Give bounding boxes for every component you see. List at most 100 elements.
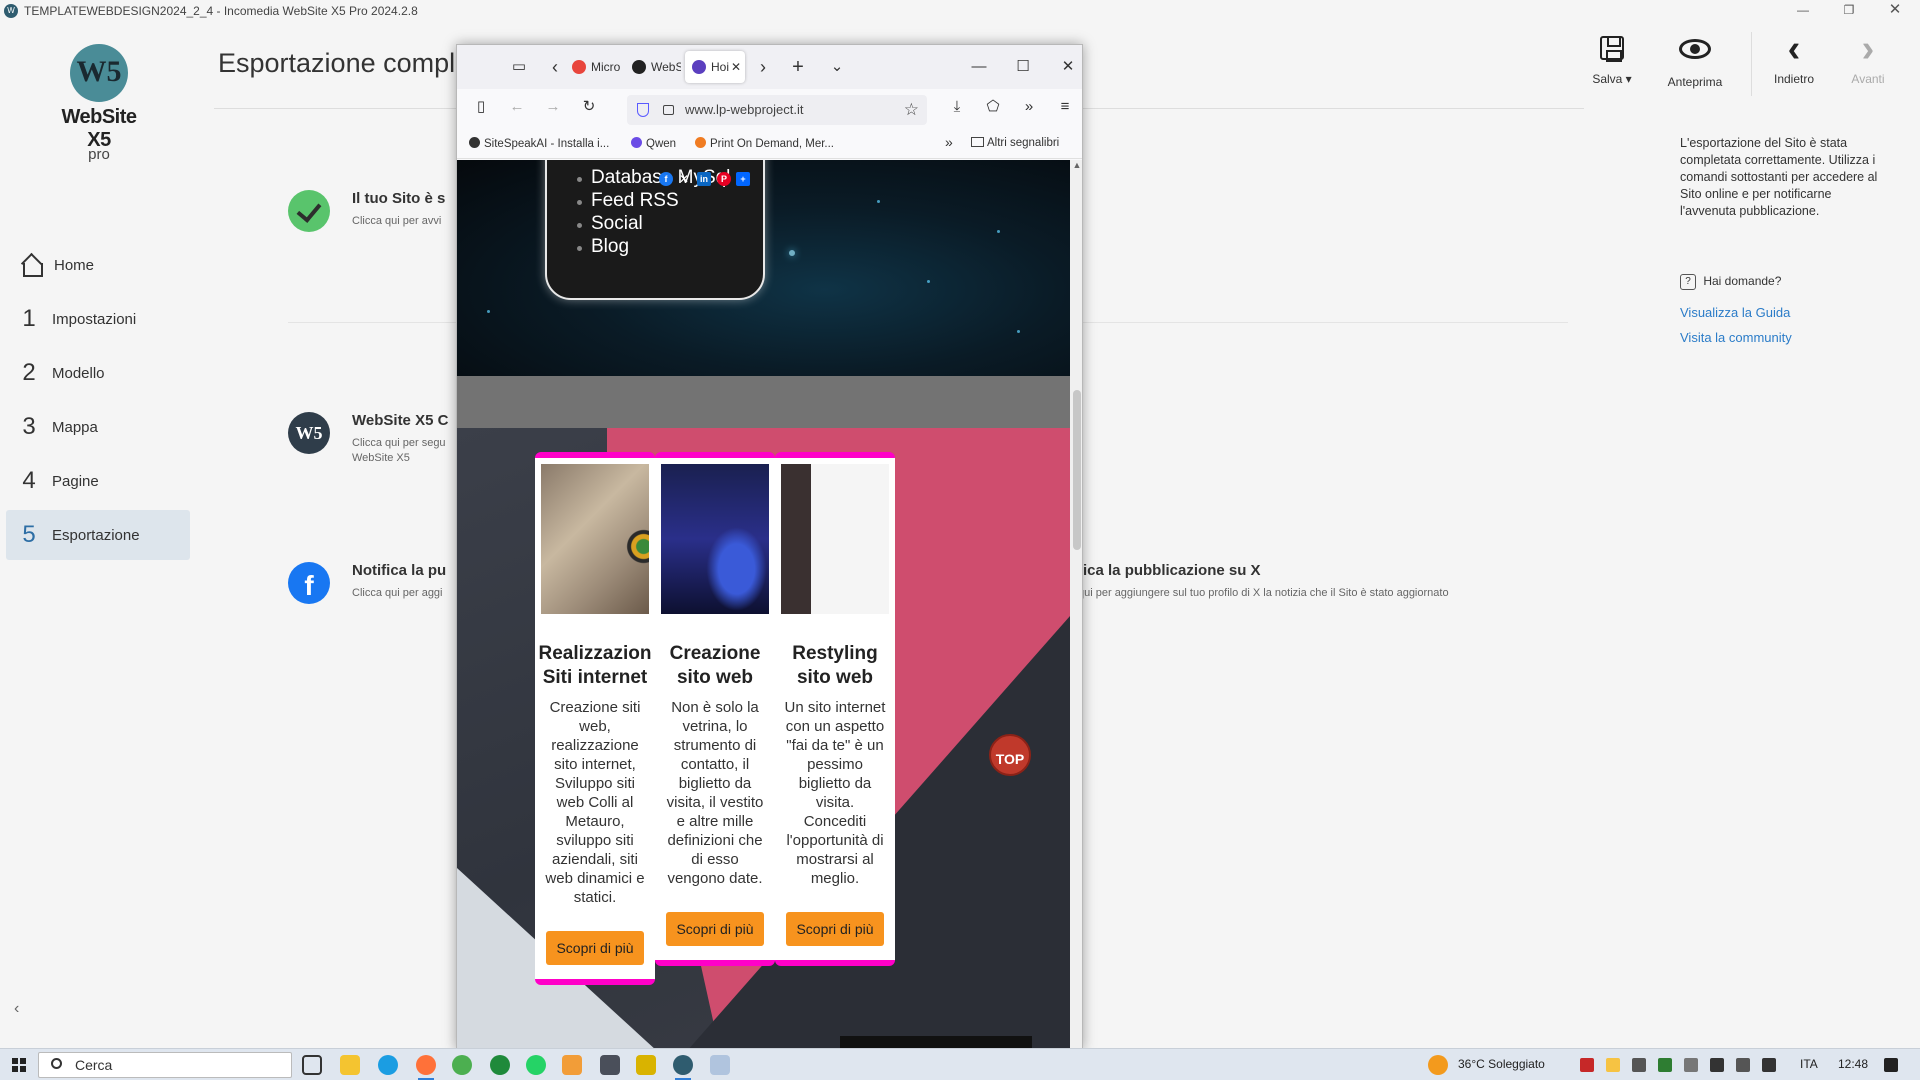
menu-icon[interactable]: ≡ bbox=[1051, 95, 1079, 119]
scrollbar[interactable]: ▲ bbox=[1070, 160, 1082, 1049]
extensions-icon[interactable]: ⬠ bbox=[979, 95, 1007, 119]
menu-item[interactable]: Social bbox=[577, 213, 643, 235]
upwork-icon[interactable] bbox=[490, 1055, 510, 1075]
save-button[interactable]: Salva ▾ bbox=[1580, 36, 1644, 96]
addtoany-share-icon[interactable]: + bbox=[736, 172, 750, 186]
restore-button[interactable]: ❐ bbox=[1826, 0, 1872, 22]
speaker-muted-icon[interactable] bbox=[1736, 1058, 1750, 1072]
x-share-icon[interactable]: ✕ bbox=[677, 172, 691, 186]
forward-label: Avanti bbox=[1851, 72, 1885, 86]
file-explorer-icon[interactable] bbox=[340, 1055, 360, 1075]
menu-item[interactable]: Blog bbox=[576, 236, 629, 258]
bookmark-item[interactable]: SiteSpeakAI - Installa i... bbox=[469, 137, 609, 150]
edge-icon[interactable] bbox=[378, 1055, 398, 1075]
other-bookmarks[interactable]: Altri segnalibri bbox=[971, 137, 1059, 149]
bookmark-star-icon[interactable]: ☆ bbox=[904, 95, 919, 125]
url-bar[interactable]: www.lp-webproject.it ☆ bbox=[627, 95, 927, 125]
sidebar-item-label: Home bbox=[54, 256, 95, 274]
clock[interactable]: 12:48 bbox=[1838, 1057, 1868, 1071]
back-to-top-button[interactable]: TOP bbox=[989, 734, 1031, 776]
particle bbox=[877, 200, 880, 203]
home-icon bbox=[20, 254, 43, 277]
discover-button[interactable]: Scopri di più bbox=[546, 931, 644, 965]
back-button[interactable]: ‹ Indietro bbox=[1762, 30, 1826, 96]
firefox-icon[interactable] bbox=[416, 1055, 436, 1080]
browser-window[interactable]: ▭ ‹ Micro WebS Hoi ✕ › + ⌄ — ☐ ✕ ▯ ← → ↻… bbox=[456, 44, 1083, 1050]
browser-close-button[interactable]: ✕ bbox=[1054, 55, 1082, 79]
browser-tab[interactable]: WebS bbox=[625, 51, 681, 83]
tray-icon[interactable] bbox=[1710, 1058, 1724, 1072]
tab-overview-icon[interactable]: ▭ bbox=[505, 55, 533, 79]
app-icon[interactable] bbox=[710, 1055, 730, 1075]
toolbar-divider bbox=[1751, 32, 1752, 96]
brand-sub: pro bbox=[88, 146, 110, 163]
scroll-up-icon[interactable]: ▲ bbox=[1070, 160, 1082, 170]
chrome-icon[interactable] bbox=[452, 1055, 472, 1075]
help-heading: ? Hai domande? bbox=[1680, 274, 1781, 290]
browser-minimize-button[interactable]: — bbox=[965, 55, 993, 79]
sidebar-item-mappa[interactable]: 3 Mappa bbox=[6, 402, 190, 452]
tab-scroll-right-icon[interactable]: › bbox=[749, 55, 777, 79]
forward-icon[interactable]: → bbox=[539, 95, 567, 119]
download-icon[interactable]: ⤓ bbox=[943, 95, 971, 119]
windows-start-icon[interactable] bbox=[12, 1058, 26, 1072]
browser-navbar: ▯ ← → ↻ www.lp-webproject.it ☆ ⤓ ⬠ » ≡ bbox=[457, 89, 1082, 129]
sidebar-item-impostazioni[interactable]: 1 Impostazioni bbox=[6, 294, 190, 344]
task-view-icon[interactable] bbox=[302, 1055, 322, 1075]
reload-icon[interactable]: ↻ bbox=[575, 95, 603, 119]
sidebar-toggle-icon[interactable]: ▯ bbox=[467, 95, 495, 119]
tray-icon[interactable] bbox=[1632, 1058, 1646, 1072]
notifications-icon[interactable] bbox=[1884, 1058, 1898, 1072]
guide-link[interactable]: Visualizza la Guida bbox=[1680, 305, 1790, 320]
menu-item[interactable]: Feed RSS bbox=[577, 190, 679, 212]
language-indicator[interactable]: ITA bbox=[1800, 1057, 1818, 1071]
sidebar-item-home[interactable]: Home bbox=[6, 240, 190, 290]
tray-icon[interactable] bbox=[1606, 1058, 1620, 1072]
tray-icon[interactable] bbox=[1580, 1058, 1594, 1072]
bookmark-favicon bbox=[695, 137, 706, 148]
facebook-share-icon[interactable]: f bbox=[659, 172, 673, 186]
sidebar-item-modello[interactable]: 2 Modello bbox=[6, 348, 190, 398]
bookmarks-overflow-icon[interactable]: » bbox=[945, 134, 953, 150]
tab-list-icon[interactable]: ⌄ bbox=[823, 55, 851, 79]
taskbar-search[interactable]: Cerca bbox=[38, 1052, 292, 1078]
tab-close-icon[interactable]: ✕ bbox=[731, 51, 741, 83]
linkedin-share-icon[interactable]: in bbox=[697, 172, 711, 186]
tray-icon[interactable] bbox=[1658, 1058, 1672, 1072]
app-icon[interactable] bbox=[600, 1055, 620, 1075]
scrollbar-thumb[interactable] bbox=[1073, 390, 1081, 550]
web-viewport[interactable]: Database MySql Feed RSS Social Blog f ✕ … bbox=[457, 160, 1070, 1049]
whatsapp-icon[interactable] bbox=[526, 1055, 546, 1075]
websitex5-icon: W bbox=[4, 4, 18, 18]
websitex5-taskbar-icon[interactable] bbox=[673, 1055, 693, 1080]
community-link[interactable]: Visita la community bbox=[1680, 330, 1792, 345]
pinterest-share-icon[interactable]: P bbox=[717, 172, 731, 186]
app-icon[interactable] bbox=[636, 1055, 656, 1075]
preview-button[interactable]: Anteprima bbox=[1658, 36, 1732, 96]
collapse-sidebar-icon[interactable]: ‹ bbox=[14, 1000, 19, 1018]
browser-tab[interactable]: Micro bbox=[565, 51, 621, 83]
sidebar-item-pagine[interactable]: 4 Pagine bbox=[6, 456, 190, 506]
sidebar-item-label: Modello bbox=[52, 364, 105, 382]
bookmark-favicon bbox=[631, 137, 642, 148]
overflow-icon[interactable]: » bbox=[1015, 95, 1043, 119]
bookmark-item[interactable]: Qwen bbox=[631, 137, 676, 150]
media-player-icon[interactable] bbox=[562, 1055, 582, 1075]
weather-text[interactable]: 36°C Soleggiato bbox=[1458, 1057, 1545, 1071]
browser-tab-active[interactable]: Hoi ✕ bbox=[685, 51, 745, 83]
browser-maximize-button[interactable]: ☐ bbox=[1009, 55, 1037, 79]
close-button[interactable]: ✕ bbox=[1872, 0, 1918, 22]
notify-x-row[interactable]: fica la pubblicazione su X qui per aggiu… bbox=[1078, 562, 1449, 599]
service-card: Realizzazion Siti internet Creazione sit… bbox=[535, 452, 655, 985]
discover-button[interactable]: Scopri di più bbox=[666, 912, 764, 946]
discover-button[interactable]: Scopri di più bbox=[786, 912, 884, 946]
forward-button[interactable]: › Avanti bbox=[1836, 30, 1900, 96]
bookmark-item[interactable]: Print On Demand, Mer... bbox=[695, 137, 834, 150]
network-icon[interactable] bbox=[1762, 1058, 1776, 1072]
new-tab-icon[interactable]: + bbox=[784, 55, 812, 79]
weather-sun-icon[interactable] bbox=[1428, 1055, 1448, 1075]
minimize-button[interactable]: — bbox=[1780, 0, 1826, 22]
back-icon[interactable]: ← bbox=[503, 95, 531, 119]
sidebar-item-esportazione[interactable]: 5 Esportazione bbox=[6, 510, 190, 560]
tray-icon[interactable] bbox=[1684, 1058, 1698, 1072]
